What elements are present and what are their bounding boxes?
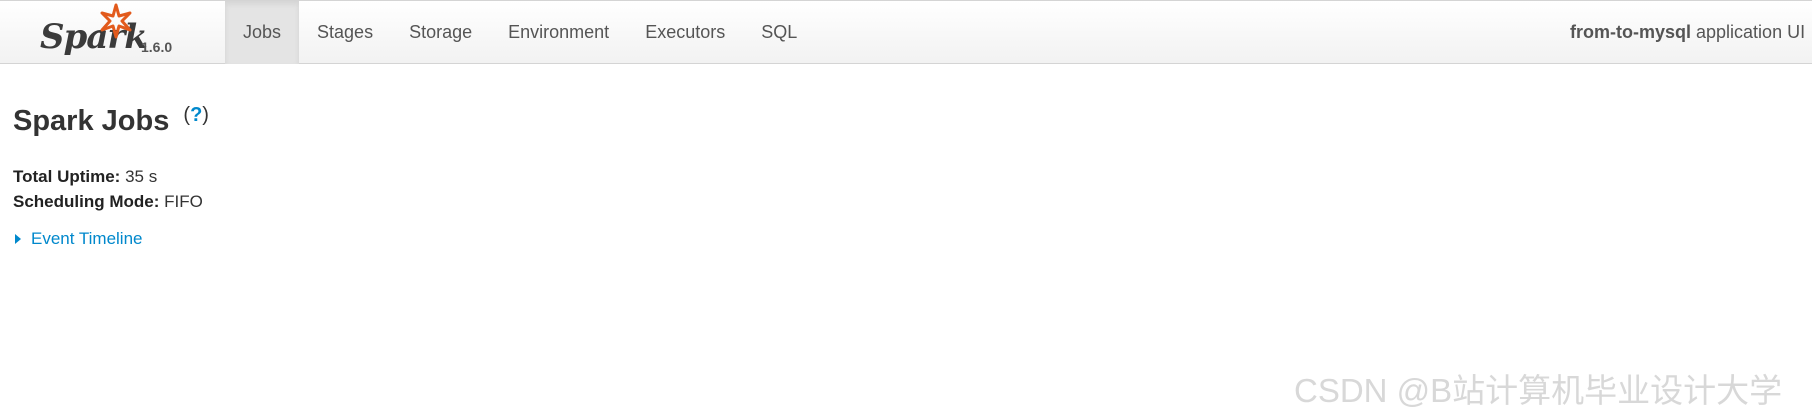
help-tooltip: (?): [183, 104, 209, 126]
scheduling-mode-row: Scheduling Mode: FIFO: [13, 189, 209, 214]
top-navbar: Spark 1.6.0 Jobs Stages Storage Environm…: [0, 0, 1812, 64]
watermark: CSDN @B站计算机毕业设计大学: [1294, 372, 1783, 409]
tab-jobs[interactable]: Jobs: [225, 1, 300, 64]
tab-storage[interactable]: Storage: [391, 1, 490, 64]
page-title-row: Spark Jobs (?): [13, 96, 209, 146]
main-content: Spark Jobs (?) Total Uptime: 35 s Schedu…: [13, 96, 209, 249]
scheduling-mode-value: FIFO: [164, 192, 203, 211]
help-link[interactable]: ?: [190, 104, 202, 126]
tab-executors[interactable]: Executors: [627, 1, 743, 64]
nav-tabs: Jobs Stages Storage Environment Executor…: [225, 1, 815, 64]
brand-version: 1.6.0: [141, 39, 173, 55]
page-title: Spark Jobs: [13, 105, 170, 137]
uptime-label: Total Uptime:: [13, 167, 121, 186]
spark-star-icon: [100, 3, 132, 39]
expand-arrow-icon: [15, 234, 21, 244]
tab-sql[interactable]: SQL: [743, 1, 815, 64]
scheduling-mode-label: Scheduling Mode:: [13, 192, 160, 211]
application-suffix: application UI: [1696, 22, 1806, 42]
spark-logo[interactable]: Spark 1.6.0: [36, 3, 186, 61]
application-name: from-to-mysql: [1570, 22, 1691, 42]
job-summary: Total Uptime: 35 s Scheduling Mode: FIFO: [13, 164, 209, 214]
tab-environment[interactable]: Environment: [490, 1, 627, 64]
uptime-row: Total Uptime: 35 s: [13, 164, 209, 189]
event-timeline-label: Event Timeline: [31, 229, 143, 248]
application-title: from-to-mysql application UI: [1570, 1, 1805, 64]
event-timeline-toggle[interactable]: Event Timeline: [13, 229, 209, 249]
uptime-value: 35 s: [125, 167, 158, 186]
tab-stages[interactable]: Stages: [299, 1, 391, 64]
